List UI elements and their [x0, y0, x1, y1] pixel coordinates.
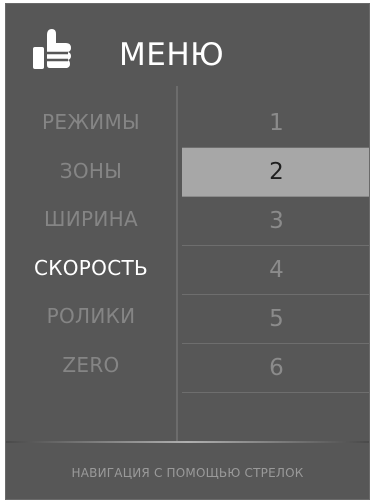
menu-item-zero[interactable]: ZERO: [6, 341, 176, 390]
header: МЕНЮ: [6, 4, 369, 84]
thumbs-up-icon: [33, 29, 71, 69]
menu-item-rollers[interactable]: РОЛИКИ: [6, 292, 176, 341]
value-option-4[interactable]: 4: [182, 246, 369, 295]
footer-divider: [6, 441, 369, 443]
value-option-empty: [182, 393, 369, 442]
menu-list: РЕЖИМЫ ЗОНЫ ШИРИНА СКОРОСТЬ РОЛИКИ ZERO: [6, 98, 176, 389]
page-title: МЕНЮ: [119, 37, 225, 73]
value-option-1[interactable]: 1: [182, 99, 369, 148]
value-option-6[interactable]: 6: [182, 344, 369, 393]
value-list: 1 2 3 4 5 6: [182, 99, 369, 442]
menu-item-width[interactable]: ШИРИНА: [6, 195, 176, 244]
value-option-2-selected[interactable]: 2: [182, 148, 369, 197]
value-option-3[interactable]: 3: [182, 197, 369, 246]
menu-item-speed[interactable]: СКОРОСТЬ: [6, 244, 176, 293]
menu-item-zones[interactable]: ЗОНЫ: [6, 147, 176, 196]
menu-item-modes[interactable]: РЕЖИМЫ: [6, 98, 176, 147]
column-divider: [176, 86, 178, 442]
navigation-hint: НАВИГАЦИЯ С ПОМОЩЬЮ СТРЕЛОК: [71, 466, 304, 480]
menu-screen: МЕНЮ РЕЖИМЫ ЗОНЫ ШИРИНА СКОРОСТЬ РОЛИКИ …: [5, 3, 370, 500]
value-option-5[interactable]: 5: [182, 295, 369, 344]
